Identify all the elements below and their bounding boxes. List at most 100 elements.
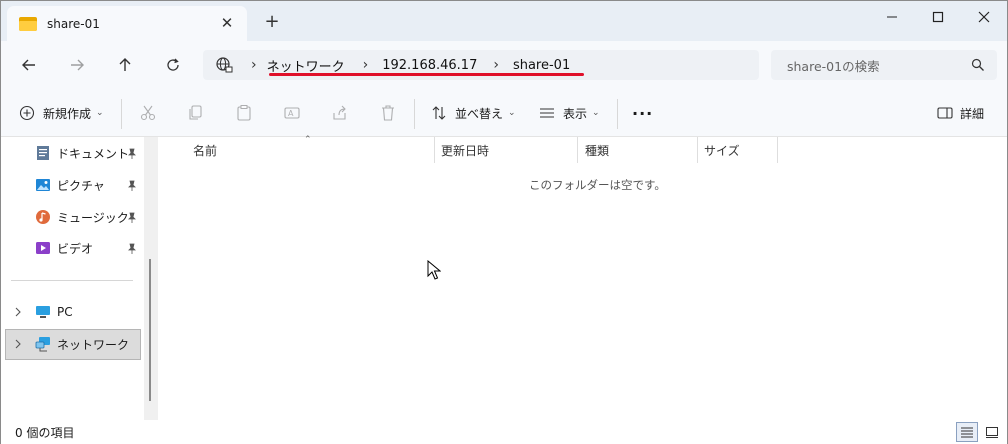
view-button[interactable]: 表示 ⌄ (539, 101, 600, 125)
more-options-button[interactable]: ··· (632, 101, 653, 125)
forward-button[interactable] (63, 53, 91, 77)
chevron-down-icon: ⌄ (508, 108, 516, 118)
column-header-label: サイズ (704, 143, 740, 158)
search-icon[interactable] (971, 58, 985, 72)
close-icon (978, 11, 990, 23)
sort-label: 並べ替え (455, 106, 504, 121)
pin-icon[interactable] (127, 212, 137, 224)
breadcrumb-network[interactable]: ネットワーク (267, 56, 345, 75)
tab-close-button[interactable]: ✕ (217, 13, 237, 33)
column-header-name[interactable]: 名前 (193, 137, 433, 163)
rename-icon: A (284, 107, 300, 119)
navigation-bar: › ネットワーク › 192.168.46.17 › share-01 shar… (1, 41, 1007, 89)
file-explorer-window: share-01 ✕ + › ネットワーク › 192.168.46.17 › … (0, 0, 1008, 444)
sidebar-item-label: ドキュメント (57, 146, 130, 161)
minimize-button[interactable] (869, 1, 915, 33)
scissors-icon (140, 105, 156, 121)
search-placeholder: share-01の検索 (787, 58, 880, 74)
network-icon (35, 337, 50, 352)
chevron-down-icon: ⌄ (96, 108, 104, 118)
status-bar: 0 個の項目 (1, 420, 1007, 444)
divider (414, 99, 415, 129)
item-count: 0 個の項目 (15, 425, 75, 440)
column-divider[interactable] (577, 137, 578, 163)
details-view-button[interactable] (956, 422, 978, 442)
breadcrumb-separator[interactable]: › (493, 57, 499, 73)
rename-button[interactable]: A (283, 101, 301, 125)
sidebar-divider (11, 280, 133, 281)
paste-button[interactable] (235, 101, 253, 125)
sort-arrows-icon (432, 106, 446, 120)
breadcrumb-host[interactable]: 192.168.46.17 (382, 58, 477, 73)
sidebar-item-network[interactable]: ネットワーク (13, 330, 155, 358)
details-view-icon (961, 427, 973, 438)
large-icons-view-button[interactable] (981, 422, 1003, 442)
empty-folder-message: このフォルダーは空です。 (529, 178, 666, 192)
search-input[interactable]: share-01の検索 (771, 50, 997, 80)
copy-button[interactable] (187, 101, 205, 125)
column-divider[interactable] (777, 137, 778, 163)
sidebar-item-label: ミュージック (57, 210, 129, 225)
title-bar: share-01 ✕ + (1, 1, 1007, 41)
minimize-icon (887, 16, 897, 18)
breadcrumb-separator[interactable]: › (251, 57, 257, 73)
tiles-view-icon (986, 427, 998, 438)
video-icon (36, 242, 50, 254)
details-pane-button[interactable]: 詳細 (937, 101, 984, 125)
close-button[interactable] (961, 1, 1007, 33)
column-header-size[interactable]: サイズ (704, 137, 776, 163)
sidebar-scrollbar[interactable] (144, 137, 158, 420)
divider (121, 99, 122, 129)
refresh-button[interactable] (159, 53, 187, 77)
pictures-icon (36, 179, 50, 191)
back-button[interactable] (15, 53, 43, 77)
view-label: 表示 (563, 106, 588, 121)
chevron-down-icon: ⌄ (592, 108, 600, 118)
tab-title: share-01 (47, 16, 100, 31)
new-button[interactable]: 新規作成 ⌄ (19, 101, 104, 125)
arrow-right-icon (71, 59, 84, 71)
sidebar-item-pc[interactable]: PC (13, 298, 155, 326)
sort-button[interactable]: 並べ替え ⌄ (431, 101, 516, 125)
red-underline-annotation (269, 73, 584, 76)
divider (617, 99, 618, 129)
column-header-label: 種類 (585, 143, 610, 158)
share-button[interactable] (331, 101, 349, 125)
column-divider[interactable] (697, 137, 698, 163)
navigation-pane: ドキュメント ピクチャ ミュージック ビデオ PC ネットワーク (1, 137, 159, 420)
new-label: 新規作成 (43, 106, 92, 121)
sidebar-scrollbar-thumb[interactable] (149, 259, 151, 401)
share-icon (333, 105, 346, 120)
sidebar-item-label: ネットワーク (57, 337, 130, 352)
plus-circle-icon (19, 105, 35, 121)
clipboard-icon (237, 105, 251, 121)
sidebar-item-label: ピクチャ (57, 178, 105, 193)
column-header-modified[interactable]: 更新日時 (441, 137, 577, 163)
pin-icon[interactable] (127, 180, 137, 192)
maximize-button[interactable] (915, 1, 961, 33)
breadcrumb-separator[interactable]: › (363, 57, 369, 73)
chevron-right-icon[interactable] (13, 339, 23, 349)
arrow-left-icon (22, 59, 35, 71)
file-list-pane: ⌃ 名前 更新日時 種類 サイズ このフォルダーは空です。 (159, 135, 1007, 420)
chevron-right-icon[interactable] (13, 307, 23, 317)
cut-button[interactable] (139, 101, 157, 125)
up-button[interactable] (111, 53, 139, 77)
trash-icon (382, 105, 394, 121)
refresh-icon (167, 58, 179, 71)
command-bar: 新規作成 ⌄ A 並べ替え ⌄ 表示 ⌄ ··· 詳細 (1, 89, 1007, 137)
sidebar-item-label: PC (57, 305, 73, 319)
pin-icon[interactable] (127, 243, 137, 255)
view-lines-icon (540, 108, 554, 118)
maximize-icon (932, 11, 944, 23)
new-tab-button[interactable]: + (263, 13, 281, 31)
network-globe-icon (216, 57, 233, 73)
column-divider[interactable] (434, 137, 435, 163)
breadcrumb-share[interactable]: share-01 (513, 58, 570, 73)
tab-share-01[interactable]: share-01 ✕ (7, 6, 247, 41)
pin-icon[interactable] (127, 148, 137, 160)
pc-icon (36, 306, 50, 318)
column-header-label: 更新日時 (441, 143, 490, 158)
column-header-type[interactable]: 種類 (585, 137, 697, 163)
delete-button[interactable] (379, 101, 397, 125)
